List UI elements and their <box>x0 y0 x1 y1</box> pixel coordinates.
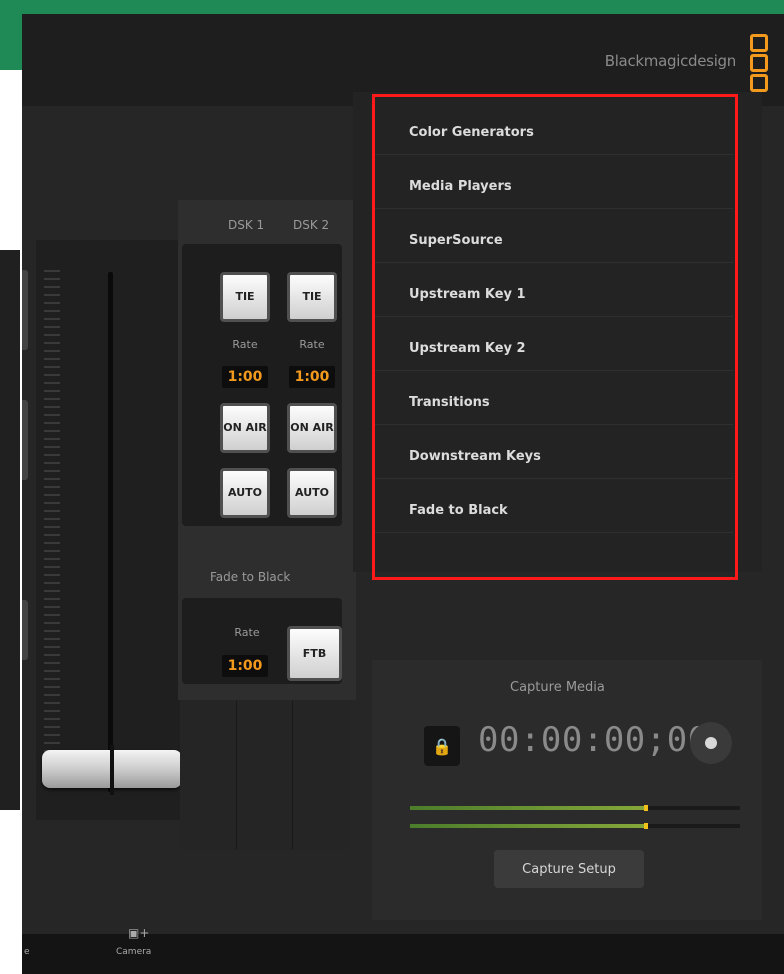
brand-logo-text: Blackmagicdesign <box>604 52 737 70</box>
column-divider <box>292 700 293 850</box>
record-button[interactable] <box>690 722 732 764</box>
tbar-scale <box>44 270 60 790</box>
ftb-rate-label: Rate <box>234 626 260 639</box>
dsk-lower-area <box>180 700 350 850</box>
tbar-track <box>108 272 113 792</box>
highlight-box <box>372 94 738 580</box>
dsk1-tie-button[interactable]: TIE <box>220 272 270 322</box>
dsk2-title: DSK 2 <box>293 218 330 232</box>
dsk2-rate-label: Rate <box>299 338 325 351</box>
audio-meter-left <box>410 805 740 811</box>
frame-top-bar <box>0 0 784 14</box>
left-panel-tab[interactable] <box>22 270 28 350</box>
audio-meter-right <box>410 823 740 829</box>
record-icon <box>705 737 717 749</box>
dsk2-on-air-button[interactable]: ON AIR <box>287 403 337 453</box>
audio-meter-fill <box>410 806 648 810</box>
left-panel-tab[interactable] <box>22 400 28 480</box>
dsk1-title: DSK 1 <box>228 218 265 232</box>
dsk1-rate-label: Rate <box>232 338 258 351</box>
ftb-button[interactable]: FTB <box>287 626 342 681</box>
dsk1-auto-button[interactable]: AUTO <box>220 468 270 518</box>
dsk2-tie-button[interactable]: TIE <box>287 272 337 322</box>
capture-timecode: 00:00:00;00 <box>478 720 709 760</box>
audio-meter-peak <box>643 805 648 811</box>
capture-media-title: Capture Media <box>510 680 605 695</box>
left-panel-strip <box>0 250 20 810</box>
audio-meter-peak <box>643 823 648 829</box>
camera-icon[interactable]: ▣+ <box>128 926 149 940</box>
audio-meter-fill <box>410 824 648 828</box>
lock-icon[interactable]: 🔒 <box>424 726 460 766</box>
dsk1-rate-field[interactable]: 1:00 <box>222 366 268 388</box>
left-panel-tab[interactable] <box>22 600 28 660</box>
tbar-handle-stem <box>110 745 114 795</box>
dsk2-auto-button[interactable]: AUTO <box>287 468 337 518</box>
dsk2-rate-field[interactable]: 1:00 <box>289 366 335 388</box>
brand-logo-icon <box>750 34 770 94</box>
column-divider <box>236 700 237 850</box>
footer-tab-camera-label[interactable]: Camera <box>116 947 151 957</box>
dsk1-on-air-button[interactable]: ON AIR <box>220 403 270 453</box>
capture-setup-button[interactable]: Capture Setup <box>494 850 644 888</box>
fade-to-black-title: Fade to Black <box>210 570 291 584</box>
ftb-rate-field[interactable]: 1:00 <box>222 655 268 677</box>
footer-tab-partial[interactable]: e <box>24 947 30 957</box>
